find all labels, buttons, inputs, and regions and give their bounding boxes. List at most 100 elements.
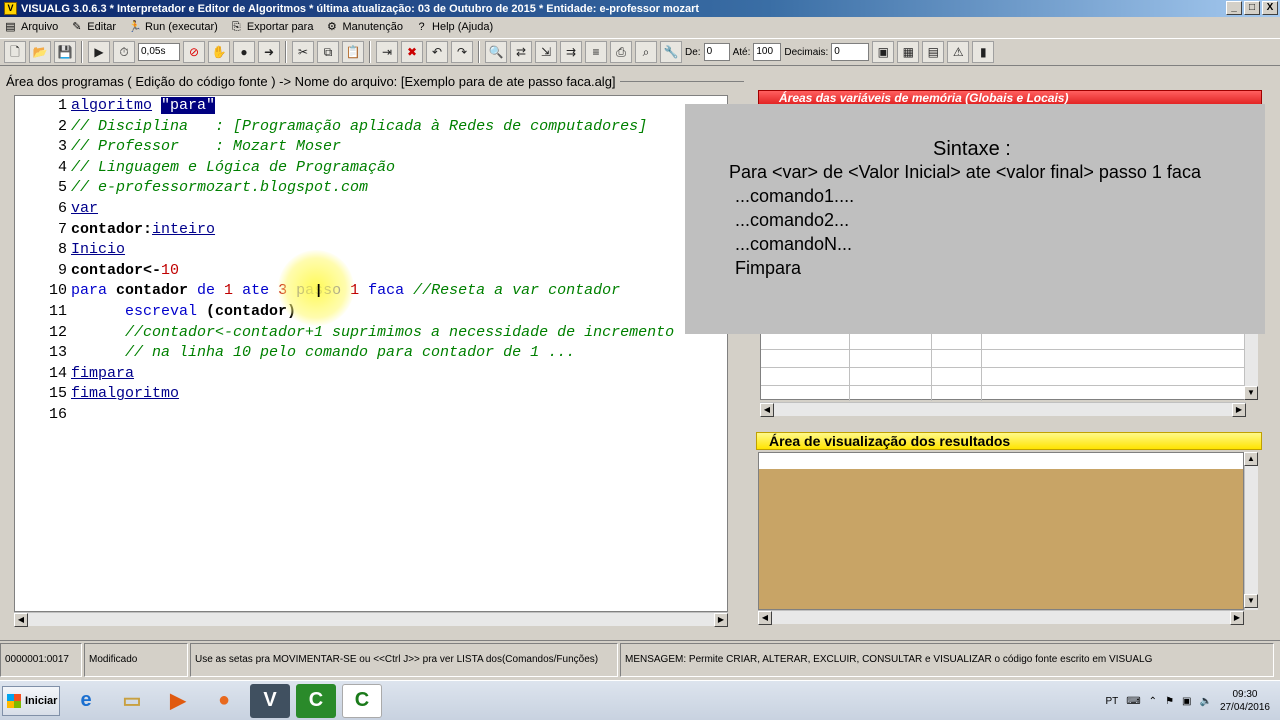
- grid-column-divider: [931, 331, 932, 401]
- maximize-button[interactable]: □: [1244, 1, 1260, 15]
- de-label: De:: [685, 46, 701, 58]
- ate-input[interactable]: 100: [753, 43, 782, 61]
- minimize-button[interactable]: _: [1226, 1, 1242, 15]
- stop-icon[interactable]: ⊘: [183, 41, 205, 63]
- scroll-left-icon[interactable]: ◀: [760, 403, 774, 417]
- open-folder-icon[interactable]: 📂: [29, 41, 51, 63]
- line-code: para contador de 1 ate 3 passo 1 faca //…: [67, 282, 620, 299]
- paste-icon[interactable]: 📋: [342, 41, 364, 63]
- scroll-right-icon[interactable]: ▶: [1230, 611, 1244, 625]
- zoom-icon[interactable]: ⌕: [635, 41, 657, 63]
- code-line[interactable]: 8 Inicio: [15, 240, 125, 260]
- code-line[interactable]: 11 escreval (contador): [15, 302, 296, 322]
- decimais-select[interactable]: 0: [831, 43, 870, 61]
- close-button[interactable]: X: [1262, 1, 1278, 15]
- scroll-down-icon[interactable]: ▼: [1244, 594, 1258, 608]
- media-player-icon[interactable]: ▶: [158, 684, 198, 718]
- undo-icon[interactable]: ↶: [426, 41, 448, 63]
- exit-icon[interactable]: ▮: [972, 41, 995, 63]
- results-horizontal-scrollbar[interactable]: ◀ ▶: [758, 610, 1244, 625]
- line-code: // Professor : Mozart Moser: [67, 138, 341, 155]
- code-line[interactable]: 15 fimalgoritmo: [15, 384, 179, 404]
- insert-icon[interactable]: ⇥: [376, 41, 398, 63]
- code-line[interactable]: 13 // na linha 10 pelo comando para cont…: [15, 343, 575, 363]
- menu-manutencao[interactable]: ⚙ Manutenção: [325, 21, 403, 34]
- code-token: Inicio: [71, 241, 126, 259]
- results-vertical-scrollbar[interactable]: ▲ ▼: [1244, 452, 1258, 610]
- menu-run[interactable]: 🏃 Run (executar): [128, 21, 218, 34]
- redo-icon[interactable]: ↷: [451, 41, 473, 63]
- goto-icon[interactable]: ⇲: [535, 41, 557, 63]
- code-line[interactable]: 1 algoritmo "para": [15, 96, 216, 116]
- cut-icon[interactable]: ✂: [292, 41, 314, 63]
- scroll-left-icon[interactable]: ◀: [758, 611, 772, 625]
- save-icon[interactable]: 💾: [54, 41, 76, 63]
- scroll-up-icon[interactable]: ▲: [1244, 452, 1258, 466]
- code-line[interactable]: 5// e-professormozart.blogspot.com: [15, 178, 368, 198]
- line-code: escreval (contador): [67, 303, 296, 320]
- network-icon[interactable]: ▣: [1182, 696, 1191, 707]
- status-bar: 0000001:0017 Modificado Use as setas pra…: [0, 640, 1280, 678]
- file-explorer-icon[interactable]: ▭: [112, 684, 152, 718]
- de-input[interactable]: 0: [703, 43, 730, 61]
- visualg-taskbar-icon[interactable]: V: [250, 683, 290, 718]
- table-icon[interactable]: ▤: [922, 41, 945, 63]
- action-center-icon[interactable]: ⚑: [1165, 696, 1174, 707]
- dos-window-icon[interactable]: ▣: [872, 41, 895, 63]
- new-file-icon[interactable]: 🗋: [4, 41, 26, 63]
- start-button[interactable]: Iniciar: [2, 685, 60, 716]
- code-line[interactable]: 12 //contador<-contador+1 suprimimos a n…: [15, 323, 674, 343]
- replace-icon[interactable]: ⇄: [510, 41, 532, 63]
- camtasia-recorder-icon[interactable]: C: [342, 683, 382, 718]
- delete-line-icon[interactable]: ✖: [401, 41, 423, 63]
- run-timed-icon[interactable]: ⏱: [113, 41, 135, 63]
- code-line[interactable]: 16: [15, 405, 71, 425]
- copy-icon[interactable]: ⧉: [317, 41, 339, 63]
- indent-icon[interactable]: ⇉: [560, 41, 582, 63]
- find-icon[interactable]: 🔍: [485, 41, 507, 63]
- code-line[interactable]: 4// Linguagem e Lógica de Programação: [15, 158, 395, 178]
- variables-grid[interactable]: [760, 330, 1247, 401]
- scroll-left-icon[interactable]: ◀: [14, 613, 28, 627]
- print-icon[interactable]: ⎙: [610, 41, 632, 63]
- camtasia-icon[interactable]: C: [296, 683, 336, 718]
- firefox-icon[interactable]: ●: [204, 684, 244, 718]
- window-title: VISUALG 3.0.6.3 * Interpretador e Editor…: [21, 2, 700, 15]
- scroll-right-icon[interactable]: ▶: [1232, 403, 1246, 417]
- language-indicator[interactable]: PT: [1105, 696, 1118, 707]
- code-line[interactable]: 6 var: [15, 199, 98, 219]
- format-icon[interactable]: ≡: [585, 41, 607, 63]
- menu-bar: ▤ Arquivo ✎ Editar 🏃 Run (executar) ⎘ Export…: [0, 17, 1280, 37]
- menu-exportar[interactable]: ⎘ Exportar para: [230, 21, 314, 34]
- scroll-down-icon[interactable]: ▼: [1244, 386, 1258, 400]
- run-step-icon[interactable]: ▶: [88, 41, 110, 63]
- editor-horizontal-scrollbar[interactable]: ◀ ▶: [14, 612, 728, 627]
- warning-icon[interactable]: ⚠: [947, 41, 970, 63]
- show-hidden-icons-icon[interactable]: ⌃: [1149, 696, 1157, 707]
- line-code: contador<-10: [67, 262, 179, 279]
- menu-editar[interactable]: ✎ Editar: [70, 21, 116, 34]
- menu-help[interactable]: ? Help (Ajuda): [415, 21, 493, 34]
- system-clock[interactable]: 09:30 27/04/2016: [1220, 688, 1270, 714]
- internet-explorer-icon[interactable]: e: [66, 684, 106, 718]
- code-line[interactable]: 14 fimpara: [15, 364, 134, 384]
- menu-arquivo[interactable]: ▤ Arquivo: [4, 21, 58, 34]
- results-output[interactable]: [758, 452, 1244, 610]
- debug-icon[interactable]: 🔧: [660, 41, 682, 63]
- scroll-right-icon[interactable]: ▶: [714, 613, 728, 627]
- keyboard-icon[interactable]: ⌨: [1126, 696, 1140, 707]
- code-line[interactable]: 7 contador:inteiro: [15, 220, 215, 240]
- step-into-icon[interactable]: ➜: [258, 41, 280, 63]
- speed-select[interactable]: 0,05s: [138, 43, 180, 61]
- variables-horizontal-scrollbar[interactable]: ◀ ▶: [760, 402, 1246, 417]
- code-line[interactable]: 9 contador<-10: [15, 261, 179, 281]
- breakpoint-icon[interactable]: ●: [233, 41, 255, 63]
- code-line[interactable]: 2// Disciplina : [Programação aplicada à…: [15, 117, 647, 137]
- code-editor[interactable]: 1 algoritmo "para" 2// Disciplina : [Progr…: [14, 95, 728, 612]
- volume-icon[interactable]: 🔈: [1199, 696, 1211, 707]
- code-token: faca: [359, 282, 414, 300]
- pause-hand-icon[interactable]: ✋: [208, 41, 230, 63]
- calculator-icon[interactable]: ▦: [897, 41, 920, 63]
- variables-vertical-scrollbar[interactable]: ▼: [1244, 330, 1258, 400]
- code-line[interactable]: 3// Professor : Mozart Moser: [15, 137, 341, 157]
